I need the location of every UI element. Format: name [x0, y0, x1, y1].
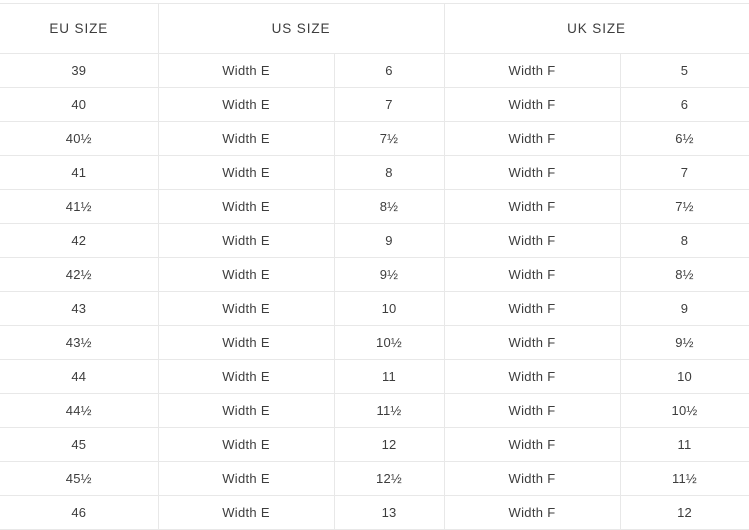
table-row: 45 Width E 12 Width F 11 — [0, 427, 749, 462]
cell-uk-width: Width F — [444, 427, 621, 462]
table-row: 43 Width E 10 Width F9 — [0, 291, 749, 326]
cell-uk-width: Width F — [444, 189, 621, 224]
cell-eu-size: 39 — [0, 53, 159, 88]
cell-us-size: 11½ — [334, 393, 445, 428]
table-row: 45½ Width E 12½ Width F 11½ — [0, 461, 749, 496]
cell-us-width: Width E — [158, 495, 335, 530]
cell-uk-size: 9 — [620, 291, 749, 326]
cell-eu-size: 44½ — [0, 393, 159, 428]
cell-uk-width: Width F — [444, 393, 621, 428]
table-row: 43½ Width E 10½ Width F 9½ — [0, 325, 749, 360]
cell-us-width: Width E — [158, 53, 335, 88]
column-header-us-size: US SIZE — [158, 3, 445, 54]
cell-us-width: Width E — [158, 155, 335, 190]
cell-us-size: 7½ — [334, 121, 445, 156]
cell-uk-size: 5 — [620, 53, 749, 88]
cell-us-size: 9½ — [334, 257, 445, 292]
table-row: 44½ Width E 11½ Width F 10½ — [0, 393, 749, 428]
cell-us-size: 8 — [334, 155, 445, 190]
cell-us-width: Width E — [158, 359, 335, 394]
table-row: 42½ Width E 9½ Width F 8½ — [0, 257, 749, 292]
table-row: 44 Width E 11 Width F 10 — [0, 359, 749, 394]
cell-uk-size: 10 — [620, 359, 749, 394]
cell-uk-width: Width F — [444, 121, 621, 156]
cell-uk-width: Width F — [444, 461, 621, 496]
cell-uk-width: Width F — [444, 359, 621, 394]
cell-uk-width: Width F — [444, 291, 621, 326]
table-row: 42 Width E 9 Width F8 — [0, 223, 749, 258]
cell-uk-width: Width F — [444, 325, 621, 360]
table-row: 46 Width E 13 Width F 12 — [0, 495, 749, 530]
cell-eu-size: 44 — [0, 359, 159, 394]
cell-uk-size: 12 — [620, 495, 749, 530]
cell-uk-size: 11½ — [620, 461, 749, 496]
cell-us-width: Width E — [158, 461, 335, 496]
cell-uk-width: Width F — [444, 53, 621, 88]
cell-uk-size: 7½ — [620, 189, 749, 224]
cell-eu-size: 41½ — [0, 189, 159, 224]
cell-eu-size: 46 — [0, 495, 159, 530]
cell-eu-size: 45½ — [0, 461, 159, 496]
header-row: EU SIZE US SIZE UK SIZE — [0, 3, 749, 54]
cell-uk-size: 9½ — [620, 325, 749, 360]
table-header: EU SIZE US SIZE UK SIZE — [0, 3, 749, 54]
cell-eu-size: 42 — [0, 223, 159, 258]
cell-eu-size: 43 — [0, 291, 159, 326]
cell-us-size: 10 — [334, 291, 445, 326]
cell-eu-size: 45 — [0, 427, 159, 462]
cell-uk-size: 8 — [620, 223, 749, 258]
table-row: 41 Width E 8 Width F7 — [0, 155, 749, 190]
cell-uk-width: Width F — [444, 155, 621, 190]
size-conversion-table: EU SIZE US SIZE UK SIZE 39 Width E 6 Width … — [0, 3, 749, 530]
column-header-eu-size: EU SIZE — [0, 3, 159, 54]
cell-us-size: 12½ — [334, 461, 445, 496]
cell-uk-width: Width F — [444, 87, 621, 122]
cell-uk-size: 10½ — [620, 393, 749, 428]
cell-eu-size: 41 — [0, 155, 159, 190]
cell-us-size: 11 — [334, 359, 445, 394]
cell-uk-size: 11 — [620, 427, 749, 462]
cell-us-width: Width E — [158, 257, 335, 292]
cell-us-size: 6 — [334, 53, 445, 88]
cell-uk-size: 6½ — [620, 121, 749, 156]
cell-us-width: Width E — [158, 291, 335, 326]
cell-us-width: Width E — [158, 223, 335, 258]
table-body: 39 Width E 6 Width F 5 40 Width E 7 Width F 6 40½ W… — [0, 53, 749, 530]
cell-us-size: 10½ — [334, 325, 445, 360]
table-row: 41½ Width E 8½ Width F 7½ — [0, 189, 749, 224]
cell-uk-size: 8½ — [620, 257, 749, 292]
cell-eu-size: 43½ — [0, 325, 159, 360]
cell-eu-size: 40½ — [0, 121, 159, 156]
cell-us-size: 8½ — [334, 189, 445, 224]
cell-us-width: Width E — [158, 393, 335, 428]
cell-us-width: Width E — [158, 121, 335, 156]
cell-uk-width: Width F — [444, 495, 621, 530]
cell-us-size: 13 — [334, 495, 445, 530]
column-header-uk-size: UK SIZE — [444, 3, 749, 54]
cell-us-size: 9 — [334, 223, 445, 258]
table-row: 40 Width E 7 Width F6 — [0, 87, 749, 122]
cell-uk-width: Width F — [444, 223, 621, 258]
cell-us-width: Width E — [158, 325, 335, 360]
cell-uk-size: 6 — [620, 87, 749, 122]
cell-us-size: 12 — [334, 427, 445, 462]
cell-us-width: Width E — [158, 427, 335, 462]
cell-us-width: Width E — [158, 189, 335, 224]
cell-uk-width: Width F — [444, 257, 621, 292]
table-row: 40½ Width E 7½ Width F 6½ — [0, 121, 749, 156]
cell-eu-size: 40 — [0, 87, 159, 122]
cell-us-size: 7 — [334, 87, 445, 122]
cell-us-width: Width E — [158, 87, 335, 122]
cell-eu-size: 42½ — [0, 257, 159, 292]
cell-uk-size: 7 — [620, 155, 749, 190]
table-row: 39 Width E 6 Width F5 — [0, 53, 749, 88]
